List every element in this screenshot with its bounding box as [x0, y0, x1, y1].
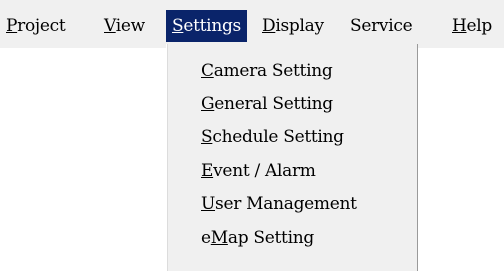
- emap-setting-label: ap Setting: [227, 228, 314, 248]
- schedule-setting-mnemonic: S: [201, 127, 213, 147]
- menu-settings[interactable]: Settings: [166, 10, 247, 42]
- settings-dropdown-menu: Camera Setting General Setting Schedule …: [166, 44, 418, 271]
- menu-help-label: elp: [466, 16, 493, 36]
- camera-setting-label: amera Setting: [213, 61, 333, 81]
- menu-settings-label: ettings: [183, 16, 241, 36]
- menu-view-label: iew: [115, 16, 145, 36]
- menu-display-mnemonic: D: [262, 16, 276, 36]
- general-setting-mnemonic: G: [201, 94, 215, 114]
- schedule-setting-label: chedule Setting: [212, 127, 344, 147]
- menu-item-user-management[interactable]: User Management: [201, 189, 357, 219]
- menu-item-emap-setting[interactable]: eMap Setting: [201, 223, 314, 253]
- camera-setting-mnemonic: C: [201, 61, 214, 81]
- menu-view-mnemonic: V: [104, 16, 116, 36]
- menu-project-mnemonic: P: [6, 16, 18, 36]
- application-window: Project View Settings Display Service He…: [0, 0, 504, 271]
- user-management-mnemonic: U: [201, 194, 216, 214]
- menu-display[interactable]: Display: [262, 10, 324, 42]
- menu-item-event-alarm[interactable]: Event / Alarm: [201, 156, 316, 186]
- menu-item-camera-setting[interactable]: Camera Setting: [201, 56, 333, 86]
- menu-item-schedule-setting[interactable]: Schedule Setting: [201, 122, 344, 152]
- event-alarm-mnemonic: E: [201, 161, 214, 181]
- emap-setting-prefix: e: [201, 228, 211, 248]
- user-management-label: ser Management: [215, 194, 357, 214]
- menu-project[interactable]: Project: [6, 10, 66, 42]
- menu-service-label: Service: [350, 16, 413, 36]
- menu-settings-mnemonic: S: [172, 16, 184, 36]
- menu-view[interactable]: View: [104, 10, 145, 42]
- menu-project-label: roject: [17, 16, 66, 36]
- general-setting-label: eneral Setting: [214, 94, 333, 114]
- menu-help[interactable]: Help: [452, 10, 492, 42]
- event-alarm-label: vent / Alarm: [213, 161, 316, 181]
- menu-display-label: isplay: [275, 16, 324, 36]
- menu-service[interactable]: Service: [350, 10, 413, 42]
- emap-setting-mnemonic: M: [210, 228, 228, 248]
- menu-item-general-setting[interactable]: General Setting: [201, 89, 333, 119]
- menu-help-mnemonic: H: [452, 16, 467, 36]
- menu-bar: Project View Settings Display Service He…: [0, 0, 504, 48]
